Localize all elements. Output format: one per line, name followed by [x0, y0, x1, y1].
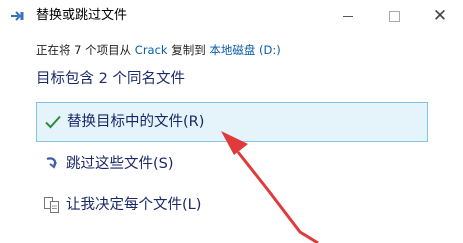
destination-folder-link[interactable]: 本地磁盘 (D:): [209, 43, 280, 57]
replace-files-option[interactable]: 替换目标中的文件(R): [36, 102, 428, 142]
replace-or-skip-dialog: 替换或跳过文件 ✕ 正在将 7 个项目从 Crack 复制到 本地磁盘 (D:)…: [0, 0, 463, 243]
path-prefix: 正在将 7 个项目从: [36, 43, 135, 57]
source-folder-link[interactable]: Crack: [135, 43, 168, 57]
maximize-icon: [388, 10, 400, 22]
replace-files-label: 替换目标中的文件(R): [67, 114, 205, 130]
minimize-icon: [343, 15, 353, 17]
close-icon: ✕: [432, 5, 448, 26]
window-title: 替换或跳过文件: [36, 8, 128, 23]
minimize-button[interactable]: [325, 0, 371, 32]
skip-files-option[interactable]: 跳过这些文件(S): [36, 145, 428, 185]
check-icon: [45, 115, 61, 129]
close-button[interactable]: ✕: [417, 0, 463, 32]
copy-progress-text: 正在将 7 个项目从 Crack 复制到 本地磁盘 (D:): [36, 42, 281, 58]
skip-files-label: 跳过这些文件(S): [66, 156, 174, 172]
maximize-button[interactable]: [371, 0, 417, 32]
conflict-summary: 目标包含 2 个同名文件: [36, 71, 185, 87]
path-middle: 复制到: [167, 43, 210, 57]
title-bar: 替换或跳过文件 ✕: [0, 0, 463, 32]
decide-each-file-label: 让我决定每个文件(L): [66, 197, 202, 213]
skip-arrow-icon: [46, 157, 57, 169]
compare-files-icon: [44, 197, 59, 213]
decide-each-file-option[interactable]: 让我决定每个文件(L): [36, 186, 428, 226]
file-move-icon: [11, 11, 24, 21]
